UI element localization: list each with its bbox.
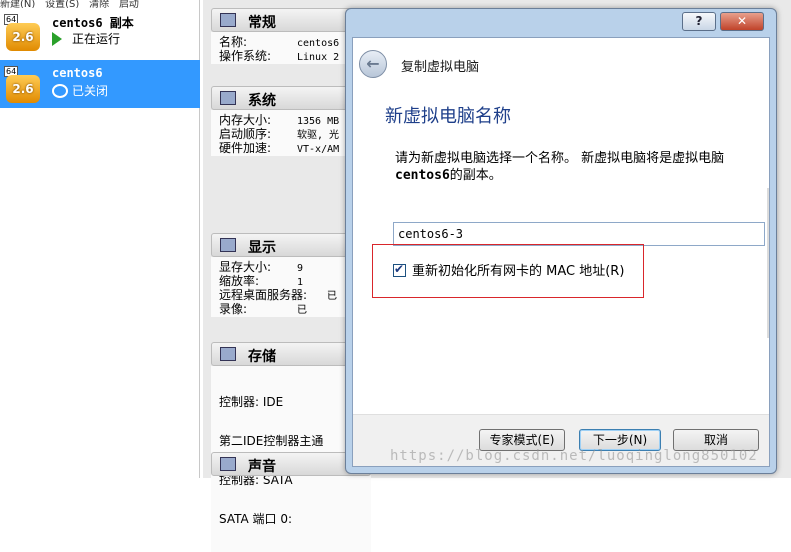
detail-value: VT-x/AM (297, 144, 340, 155)
detail-key: 缩放率: (219, 274, 260, 288)
page-heading: 新虚拟电脑名称 (385, 106, 511, 127)
vm-name: centos6 副本 (52, 16, 134, 30)
detail-value: 1 (297, 277, 304, 288)
detail-value: 1356 MB (297, 116, 340, 127)
detail-row: SATA 端口 0: (219, 512, 293, 526)
detail-key: 启动顺序: (219, 127, 272, 141)
detail-key: 远程桌面服务器: (219, 288, 308, 302)
detail-value: Linux 2 (297, 52, 340, 63)
vm-name: centos6 (52, 66, 103, 80)
linux-os-icon: 64 2.6 (4, 66, 42, 104)
menu-item-new[interactable]: 新建(N) (0, 0, 35, 8)
running-arrow-icon (52, 32, 68, 46)
mac-reinit-row[interactable]: 重新初始化所有网卡的 MAC 地址(R) (393, 260, 624, 279)
chip-icon (220, 91, 236, 105)
section-title: 常规 (248, 15, 276, 31)
detail-value: 9 (297, 263, 304, 274)
wizard-content: 新虚拟电脑名称 请为新虚拟电脑选择一个名称。 新虚拟电脑将是虚拟电脑 cento… (353, 88, 769, 414)
menu-bar: 新建(N) 设置(S) 清除 启动 (0, 0, 200, 8)
dialog-client: ← 复制虚拟电脑 新虚拟电脑名称 请为新虚拟电脑选择一个名称。 新虚拟电脑将是虚… (352, 37, 770, 467)
powered-off-icon (52, 84, 68, 98)
section-title: 显示 (248, 240, 276, 256)
section-title: 系统 (248, 93, 276, 109)
os-version: 2.6 (6, 75, 40, 103)
vm-state: 已关闭 (52, 82, 108, 99)
back-arrow-icon[interactable]: ← (359, 50, 387, 78)
vm-state-label: 已关闭 (72, 84, 109, 98)
detail-value: 已 (297, 305, 307, 316)
help-button[interactable]: ? (682, 12, 716, 31)
vm-state: 正在运行 (52, 30, 120, 47)
section-title: 存储 (248, 349, 276, 365)
desc-vm-name: centos6 (395, 168, 450, 183)
desc-text: 请为新虚拟电脑选择一个名称。 新虚拟电脑将是虚拟电脑 (395, 151, 725, 166)
detail-key: 显存大小: (219, 260, 272, 274)
clone-vm-dialog: ? ✕ ← 复制虚拟电脑 新虚拟电脑名称 请为新虚拟电脑选择一个名称。 新虚拟电… (345, 8, 777, 474)
vm-name-input[interactable]: centos6-3 (393, 222, 765, 246)
linux-os-icon: 64 2.6 (4, 14, 42, 52)
os-version: 2.6 (6, 23, 40, 51)
menu-item-settings[interactable]: 设置(S) (45, 0, 79, 8)
detail-key: 内存大小: (219, 113, 272, 127)
vm-item-centos6[interactable]: 64 2.6 centos6 已关闭 (0, 60, 200, 108)
storage-icon (220, 347, 236, 361)
detail-value: centos6 (297, 38, 340, 49)
scrollbar-track (767, 188, 769, 338)
vm-list: 新建(N) 设置(S) 清除 启动 64 2.6 centos6 副本 正在运行… (0, 0, 200, 478)
detail-key: 操作系统: (219, 49, 272, 63)
wizard-title: 复制虚拟电脑 (401, 60, 480, 75)
section-title: 声音 (248, 459, 276, 475)
wizard-header: ← 复制虚拟电脑 (353, 38, 769, 88)
monitor-icon (220, 13, 236, 27)
speaker-icon (220, 457, 236, 471)
vm-state-label: 正在运行 (72, 32, 121, 46)
detail-value: 软驱, 光 (297, 130, 340, 141)
mac-reinit-label: 重新初始化所有网卡的 MAC 地址(R) (412, 264, 625, 279)
mac-reinit-checkbox[interactable] (393, 262, 406, 277)
page-description: 请为新虚拟电脑选择一个名称。 新虚拟电脑将是虚拟电脑 centos6的副本。 (395, 150, 745, 184)
watermark: https://blog.csdn.net/luoqinglong850102 (390, 448, 758, 464)
menu-item-start[interactable]: 启动 (119, 0, 139, 8)
detail-value: 已 (327, 291, 337, 302)
vm-item-centos6-copy[interactable]: 64 2.6 centos6 副本 正在运行 (0, 8, 200, 56)
desc-text-end: 的副本。 (449, 168, 502, 183)
close-button[interactable]: ✕ (720, 12, 764, 31)
display-icon (220, 238, 236, 252)
menu-item-discard[interactable]: 清除 (89, 0, 109, 8)
detail-key: 录像: (219, 302, 248, 316)
detail-key: 名称: (219, 35, 248, 49)
detail-key: 硬件加速: (219, 141, 272, 155)
